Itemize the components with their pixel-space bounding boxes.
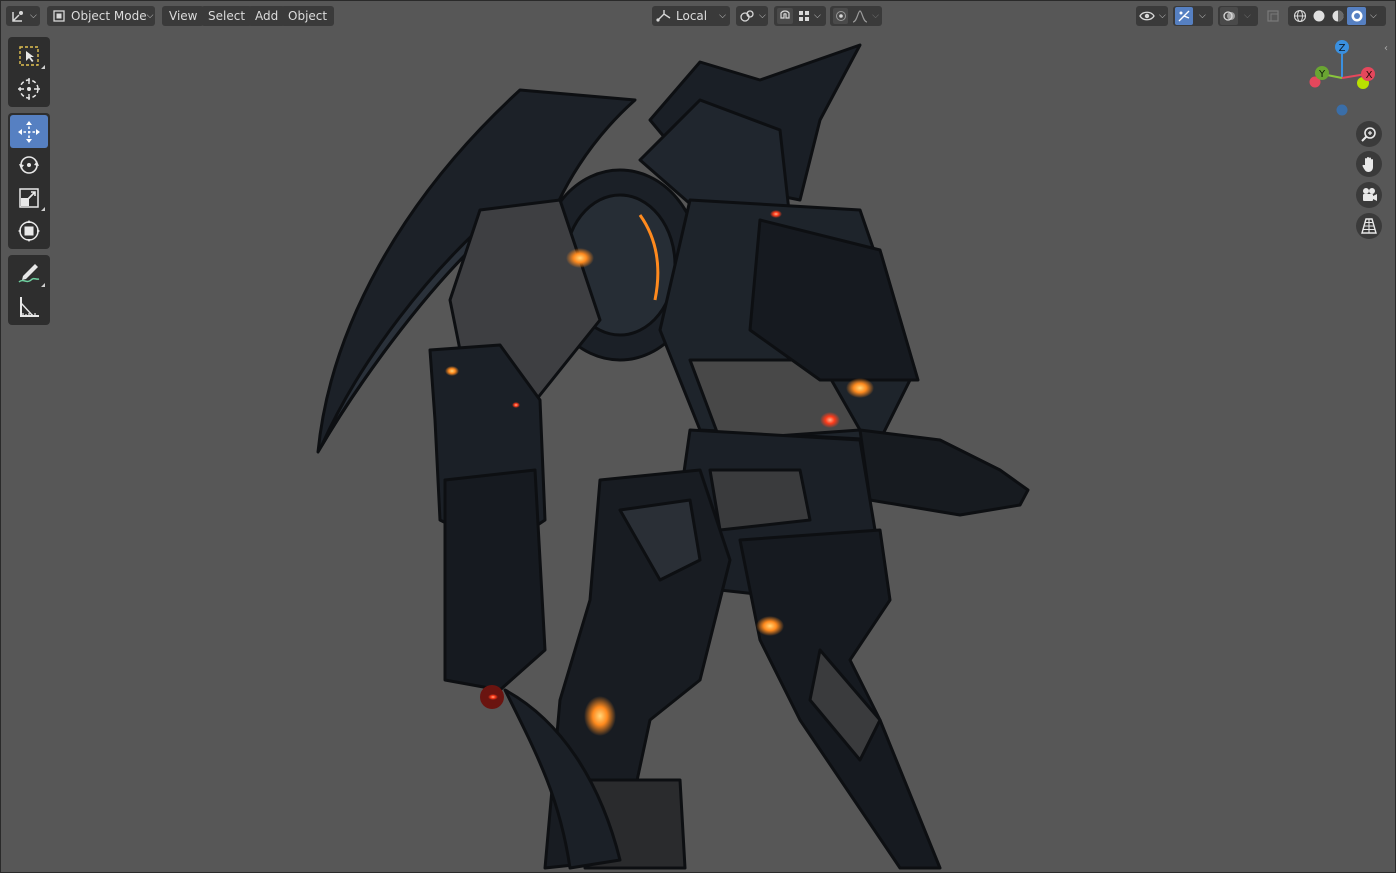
tool-shelf xyxy=(8,37,50,331)
3d-viewport[interactable]: ⌵ Object Mode ⌵ View Select Add Object L… xyxy=(0,0,1396,873)
chevron-down-icon: ⌵ xyxy=(872,11,879,21)
material-preview-icon[interactable] xyxy=(1328,7,1347,25)
solid-shading-icon[interactable] xyxy=(1309,7,1328,25)
transform-tool[interactable] xyxy=(10,214,48,247)
measure-tool[interactable] xyxy=(10,290,48,323)
scale-icon xyxy=(17,186,41,210)
cursor-tool[interactable] xyxy=(10,72,48,105)
zoom-button[interactable] xyxy=(1356,121,1382,147)
camera-view-button[interactable] xyxy=(1356,182,1382,208)
move-icon xyxy=(17,120,41,144)
falloff-curve-icon[interactable] xyxy=(852,9,868,23)
transform-orientation-icon xyxy=(656,9,672,23)
gizmo-axis-y-label: Y xyxy=(1318,69,1326,80)
snap-increment-icon[interactable] xyxy=(798,10,810,22)
snap-icon[interactable] xyxy=(777,8,793,24)
transform-orientation-dropdown[interactable]: Local ⌵ xyxy=(652,6,730,26)
proportional-editing-group: ⌵ xyxy=(830,6,882,26)
sidebar-collapse-arrow[interactable]: ‹ xyxy=(1384,43,1394,59)
editor-type-icon xyxy=(10,9,26,23)
chevron-down-icon: ⌵ xyxy=(814,11,821,21)
camera-icon xyxy=(1360,186,1378,204)
zoom-icon xyxy=(1360,125,1378,143)
cursor-icon xyxy=(17,77,41,101)
rendered-shading-icon[interactable] xyxy=(1347,7,1366,25)
chevron-down-icon: ⌵ xyxy=(1159,11,1166,21)
editor-type-button[interactable]: ⌵ xyxy=(6,6,40,26)
pivot-point-icon xyxy=(739,9,755,23)
menu-object[interactable]: Object xyxy=(281,6,335,26)
move-tool[interactable] xyxy=(10,115,48,148)
chevron-down-icon: ⌵ xyxy=(759,11,766,21)
scale-tool[interactable] xyxy=(10,181,48,214)
gizmo-group: ⌵ xyxy=(1173,6,1213,26)
rotate-tool[interactable] xyxy=(10,148,48,181)
mode-dropdown[interactable]: Object Mode ⌵ xyxy=(47,6,155,26)
annotate-icon xyxy=(17,262,41,286)
navigation-gizmo[interactable]: Z Y X xyxy=(1302,38,1382,118)
object-visibility-icon xyxy=(1139,9,1155,23)
transform-orientation-label: Local xyxy=(676,9,708,23)
tool-group-transform xyxy=(8,113,50,249)
chevron-down-icon: ⌵ xyxy=(1244,11,1251,21)
annotate-tool[interactable] xyxy=(10,257,48,290)
hand-icon xyxy=(1360,155,1378,173)
gizmo-axis-x-label: X xyxy=(1366,70,1373,81)
pivot-point-dropdown[interactable]: ⌵ xyxy=(736,6,768,26)
menu-select[interactable]: Select xyxy=(201,6,253,26)
select-box-tool[interactable] xyxy=(10,39,48,72)
tool-group-select xyxy=(8,37,50,107)
chevron-down-icon: ⌵ xyxy=(146,11,154,21)
measure-icon xyxy=(17,295,41,319)
xray-icon xyxy=(1266,9,1280,23)
tool-group-annotate xyxy=(8,255,50,325)
gizmo-toggle-icon[interactable] xyxy=(1175,7,1193,25)
mode-label: Object Mode xyxy=(71,9,147,23)
chevron-down-icon: ⌵ xyxy=(1370,11,1377,21)
pan-button[interactable] xyxy=(1356,151,1382,177)
shading-group: ⌵ xyxy=(1288,6,1386,26)
transform-icon xyxy=(17,219,41,243)
select-box-icon xyxy=(18,45,40,67)
gizmo-axis-z-label: Z xyxy=(1339,43,1346,54)
rotate-icon xyxy=(17,153,41,177)
xray-toggle[interactable] xyxy=(1263,6,1283,26)
snap-group: ⌵ xyxy=(774,6,826,26)
object-visibility-dropdown[interactable]: ⌵ xyxy=(1136,6,1168,26)
menu-add[interactable]: Add xyxy=(248,6,286,26)
chevron-down-icon: ⌵ xyxy=(30,11,37,21)
chevron-down-icon: ⌵ xyxy=(719,11,726,21)
wireframe-shading-icon[interactable] xyxy=(1290,7,1309,25)
chevron-down-icon: ⌵ xyxy=(1199,11,1206,21)
object-mode-icon xyxy=(52,9,66,23)
menu-view[interactable]: View xyxy=(162,6,205,26)
perspective-toggle-button[interactable] xyxy=(1356,213,1382,239)
viewport-header: ⌵ Object Mode ⌵ View Select Add Object L… xyxy=(0,0,1396,32)
overlays-group: ⌵ xyxy=(1218,6,1258,26)
perspective-grid-icon xyxy=(1360,217,1378,235)
viewport-scene-mech xyxy=(316,43,1030,870)
overlays-icon[interactable] xyxy=(1220,7,1238,25)
proportional-editing-icon[interactable] xyxy=(833,8,849,24)
